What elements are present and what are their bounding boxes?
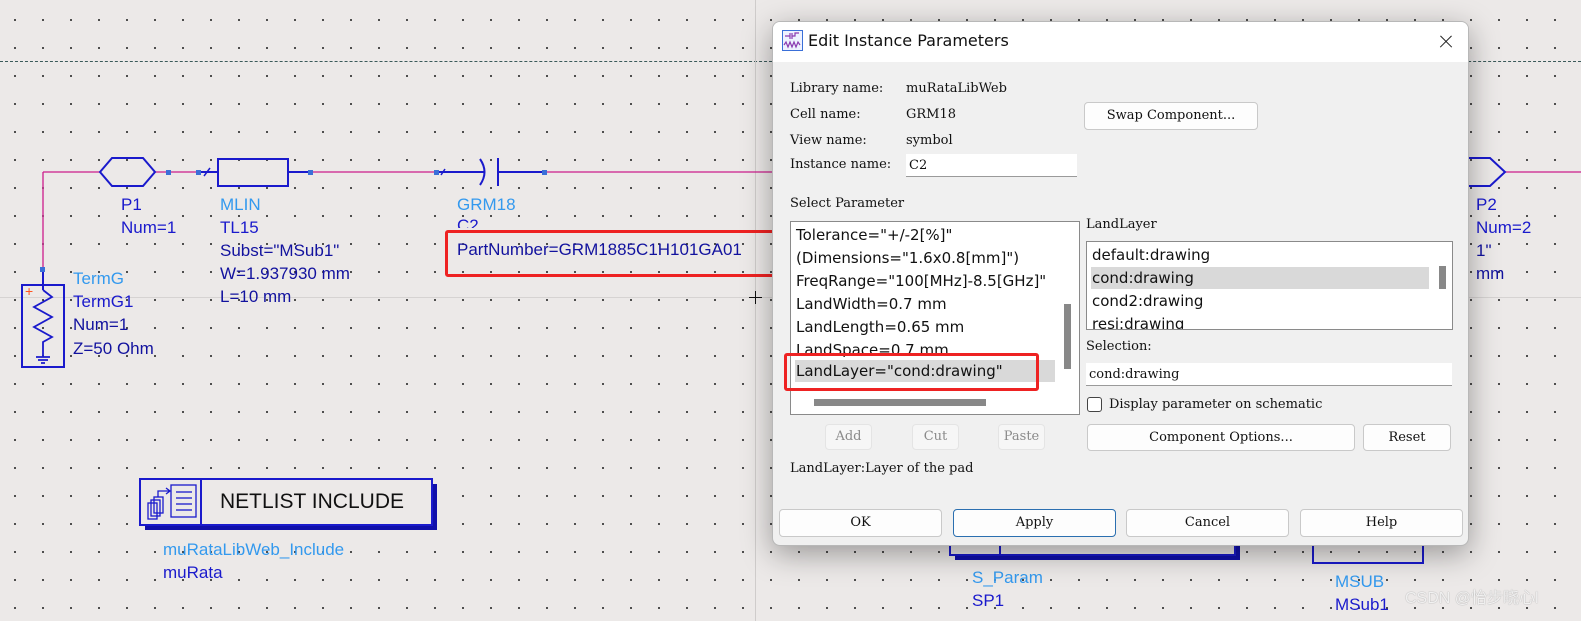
selection-input[interactable] xyxy=(1086,363,1452,386)
display-parameter-checkbox[interactable] xyxy=(1087,397,1102,412)
pin xyxy=(166,170,171,175)
cell-name-label: Cell name: xyxy=(790,107,861,122)
p2-param-partial: 1" xyxy=(1476,241,1492,260)
edit-instance-parameters-dialog: Edit Instance Parameters Library name: m… xyxy=(772,21,1469,546)
p2-param-partial-2: mm xyxy=(1476,264,1505,283)
pin xyxy=(308,170,313,175)
library-name-value: muRataLibWeb xyxy=(906,81,1007,96)
pin xyxy=(196,170,201,175)
parameter-item[interactable]: (Dimensions="1.6x0.8[mm]") xyxy=(795,247,1019,269)
highlight-landlayer xyxy=(784,353,1039,391)
parameter-list-horizontal-scrollbar[interactable] xyxy=(814,399,986,406)
parameter-item[interactable]: LandLength=0.65 mm xyxy=(795,316,964,338)
termg-type: TermG xyxy=(73,269,124,288)
msub-type: MSUB xyxy=(1335,572,1385,591)
grm-name: C2 xyxy=(457,216,479,228)
p2-name: P2 xyxy=(1476,195,1497,214)
dialog-titlebar[interactable]: Edit Instance Parameters xyxy=(773,22,1468,62)
pin xyxy=(434,170,439,175)
pin xyxy=(40,267,45,272)
netlist-include-label: NETLIST INCLUDE xyxy=(220,490,404,513)
value-list-scrollbar[interactable] xyxy=(1439,266,1446,289)
instance-name-input[interactable] xyxy=(906,154,1077,177)
mlin-symbol[interactable] xyxy=(217,158,289,187)
p1-name: P1 xyxy=(121,195,142,214)
crosshair-cursor xyxy=(749,291,762,304)
help-button[interactable]: Help xyxy=(1300,509,1463,537)
termg-param-z: Z=50 Ohm xyxy=(73,339,154,358)
add-button[interactable]: Add xyxy=(825,424,872,450)
mlin-param-subst: Subst="MSub1" xyxy=(220,241,340,260)
view-name-label: View name: xyxy=(790,133,867,148)
value-option[interactable]: default:drawing xyxy=(1091,244,1210,266)
pin xyxy=(542,170,547,175)
netlist-type: muRataLibWeb_Include xyxy=(163,540,345,559)
termg-param-num: Num=1 xyxy=(73,315,129,334)
mlin-name: TL15 xyxy=(220,218,259,237)
instance-name-label: Instance name: xyxy=(790,157,892,172)
port-p1-symbol[interactable] xyxy=(98,157,157,187)
display-parameter-label: Display parameter on schematic xyxy=(1109,397,1323,412)
value-option[interactable]: cond2:drawing xyxy=(1091,290,1203,312)
mlin-type: MLIN xyxy=(220,195,261,214)
parameter-item[interactable]: FreqRange="100[MHz]-8.5[GHz]" xyxy=(795,270,1046,292)
parameter-item[interactable]: LandWidth=0.7 mm xyxy=(795,293,947,315)
parameter-description: LandLayer:Layer of the pad xyxy=(790,461,974,476)
parameter-item[interactable]: Tolerance="+/-2[%]" xyxy=(795,224,952,246)
ok-button[interactable]: OK xyxy=(779,509,942,537)
sparam-type: S_Param xyxy=(972,568,1043,587)
view-name-value: symbol xyxy=(906,133,953,148)
component-options-button[interactable]: Component Options... xyxy=(1087,424,1355,451)
p2-param-num: Num=2 xyxy=(1476,218,1532,237)
msub-name: MSub1 xyxy=(1335,595,1389,614)
schematic-app-icon xyxy=(782,30,803,51)
apply-button[interactable]: Apply xyxy=(953,509,1116,537)
netlist-name: muRata xyxy=(163,563,223,582)
paste-button[interactable]: Paste xyxy=(998,424,1045,450)
reset-button[interactable]: Reset xyxy=(1363,424,1451,451)
highlight-partnumber xyxy=(445,230,785,277)
swap-component-button[interactable]: Swap Component... xyxy=(1084,102,1258,130)
cell-name-value: GRM18 xyxy=(906,107,957,122)
p1-param: Num=1 xyxy=(121,218,177,237)
mlin-param-w: W=1.937930 mm xyxy=(220,264,350,283)
termg-name: TermG1 xyxy=(73,292,134,311)
watermark: CSDN @怡步晓心l xyxy=(1405,590,1539,607)
value-list[interactable]: default:drawing cond:drawing cond2:drawi… xyxy=(1086,241,1453,330)
value-option-selected[interactable]: cond:drawing xyxy=(1091,267,1429,289)
value-option[interactable]: resi:drawing xyxy=(1091,313,1184,329)
library-name-label: Library name: xyxy=(790,81,884,96)
grm-type: GRM18 xyxy=(457,195,516,214)
selection-label: Selection: xyxy=(1086,339,1152,354)
cancel-button[interactable]: Cancel xyxy=(1126,509,1289,537)
parameter-list-vertical-scrollbar[interactable] xyxy=(1064,304,1071,369)
value-list-label: LandLayer xyxy=(1086,217,1157,232)
svg-text:+: + xyxy=(25,283,33,299)
close-button[interactable] xyxy=(1422,22,1468,62)
sparam-name: SP1 xyxy=(972,591,1005,610)
select-parameter-label: Select Parameter xyxy=(790,196,905,211)
dialog-title: Edit Instance Parameters xyxy=(808,31,1009,50)
mlin-param-l: L=10 mm xyxy=(220,287,292,306)
cut-button[interactable]: Cut xyxy=(912,424,959,450)
